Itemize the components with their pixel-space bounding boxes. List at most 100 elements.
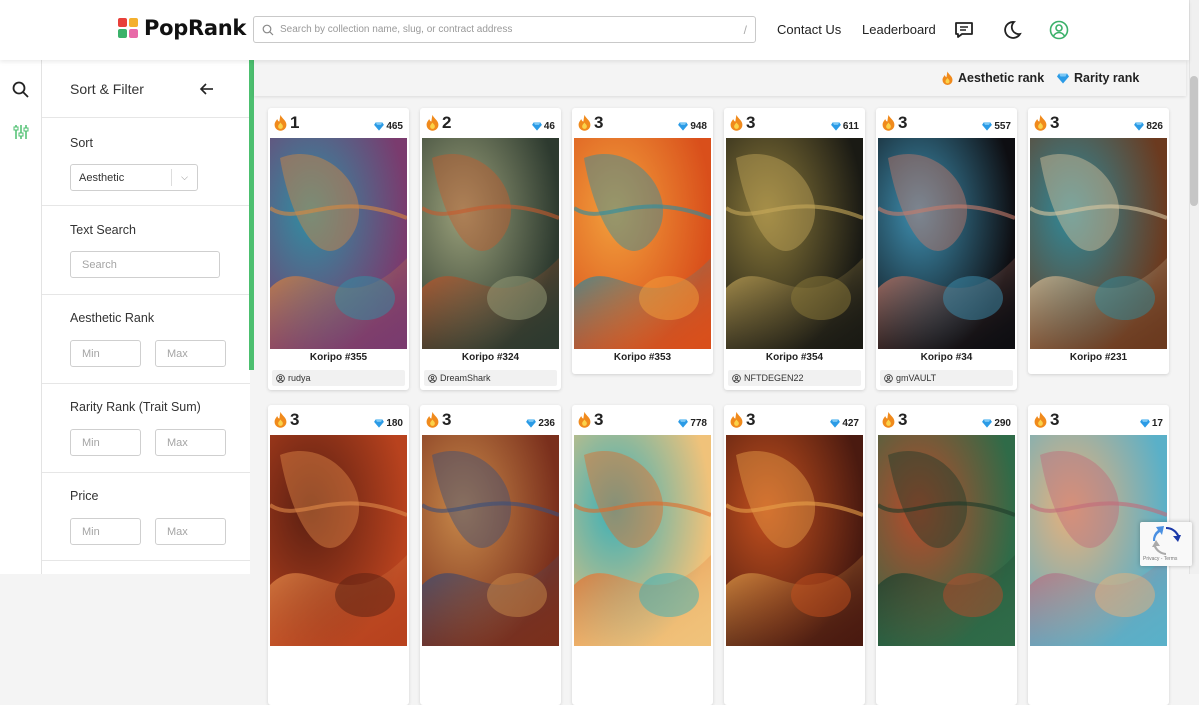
rarity-rank-value: 611	[842, 121, 859, 132]
fire-icon	[426, 114, 439, 131]
nft-artwork-image[interactable]	[878, 138, 1015, 349]
owner-badge[interactable]: rudya	[272, 370, 405, 386]
aesthetic-rank-value: 3	[442, 410, 452, 429]
sort-filter-panel: Sort & Filter Sort Aesthetic ⌵ Text Sear…	[42, 60, 250, 574]
rarity-rank-value: 778	[690, 418, 707, 429]
left-icon-rail	[0, 60, 42, 574]
aesthetic-rank-value: 3	[1050, 410, 1060, 429]
arrow-left-icon[interactable]	[198, 80, 216, 98]
aesthetic-rank-value: 1	[290, 113, 300, 132]
nft-card[interactable]: 3 778	[572, 405, 713, 705]
diamond-icon	[982, 419, 993, 428]
nft-artwork-image[interactable]	[422, 435, 559, 646]
user-icon	[428, 373, 437, 383]
price-max-input[interactable]	[155, 518, 226, 545]
rarity-rank-value: 290	[994, 418, 1011, 429]
fire-icon	[942, 71, 953, 85]
fire-icon	[578, 114, 591, 131]
nft-name[interactable]: Koripo #353	[572, 352, 713, 363]
card-rank-row: 3 427	[724, 405, 865, 435]
nft-name[interactable]: Koripo #34	[876, 352, 1017, 363]
collection-search-input[interactable]	[280, 24, 738, 35]
moon-icon[interactable]	[1001, 19, 1023, 41]
poprank-logo[interactable]: PopRank	[118, 16, 246, 40]
nft-card[interactable]: 1 465 Koripo #355 rudya	[268, 108, 409, 390]
chat-icon[interactable]	[953, 19, 975, 41]
rarity-rank-value: 557	[994, 121, 1011, 132]
search-icon[interactable]	[11, 80, 31, 100]
nft-artwork-image[interactable]	[270, 435, 407, 646]
diamond-icon	[374, 419, 385, 428]
owner-badge[interactable]: NFTDEGEN22	[728, 370, 861, 386]
rarity-min-input[interactable]	[70, 429, 141, 456]
nft-name[interactable]: Koripo #355	[268, 352, 409, 363]
aesthetic-max-input[interactable]	[155, 340, 226, 367]
leaderboard-link[interactable]: Leaderboard	[862, 22, 936, 37]
sort-select[interactable]: Aesthetic ⌵	[70, 164, 198, 191]
nft-artwork-image[interactable]	[726, 435, 863, 646]
aesthetic-rank-value: 3	[594, 410, 604, 429]
nft-artwork-image[interactable]	[574, 138, 711, 349]
nft-artwork-image[interactable]	[726, 138, 863, 349]
nft-card[interactable]: 3 290	[876, 405, 1017, 705]
nft-artwork-image[interactable]	[1030, 138, 1167, 349]
card-rank-row: 3 180	[268, 405, 409, 435]
fire-icon	[882, 411, 895, 428]
diamond-icon	[830, 419, 841, 428]
nft-card[interactable]: 3 427	[724, 405, 865, 705]
nft-card[interactable]: 2 46 Koripo #324 DreamShark	[420, 108, 561, 390]
rarity-rank-badge: 290	[982, 418, 1011, 429]
rarity-rank-value: 180	[386, 418, 403, 429]
aesthetic-rank-value: 3	[594, 113, 604, 132]
rarity-rank-value: 17	[1151, 418, 1163, 429]
nft-name[interactable]: Koripo #324	[420, 352, 561, 363]
fire-icon	[1034, 411, 1047, 428]
nft-card[interactable]: 3 611 Koripo #354 NFTDEGEN22	[724, 108, 865, 390]
owner-name: gmVAULT	[896, 373, 937, 383]
card-rank-row: 3 611	[724, 108, 865, 138]
nft-artwork-image[interactable]	[574, 435, 711, 646]
diamond-icon	[374, 122, 385, 131]
rarity-rank-section: Rarity Rank (Trait Sum)	[42, 384, 250, 473]
rarity-max-input[interactable]	[155, 429, 226, 456]
sort-section: Sort Aesthetic ⌵	[42, 118, 250, 206]
aesthetic-min-input[interactable]	[70, 340, 141, 367]
nft-artwork-image[interactable]	[270, 138, 407, 349]
owner-badge[interactable]: gmVAULT	[880, 370, 1013, 386]
nft-card[interactable]: 3 557 Koripo #34 gmVAULT	[876, 108, 1017, 390]
nft-card[interactable]: 3 180	[268, 405, 409, 705]
filter-panel-header: Sort & Filter	[42, 60, 250, 118]
search-icon	[262, 24, 274, 35]
contact-us-link[interactable]: Contact Us	[777, 22, 841, 37]
top-header: PopRank / Contact Us Leaderboard	[0, 0, 1189, 60]
nft-card[interactable]: 3 236	[420, 405, 561, 705]
diamond-icon	[678, 419, 689, 428]
nft-artwork-image[interactable]	[878, 435, 1015, 646]
price-label: Price	[70, 489, 99, 503]
rarity-rank-label: Rarity Rank (Trait Sum)	[70, 400, 201, 414]
nft-name[interactable]: Koripo #231	[1028, 352, 1169, 363]
price-min-input[interactable]	[70, 518, 141, 545]
nft-artwork-image[interactable]	[422, 138, 559, 349]
user-icon[interactable]	[1048, 19, 1070, 41]
recaptcha-badge[interactable]: Privacy - Terms	[1140, 522, 1192, 566]
rarity-rank-badge: 948	[678, 121, 707, 132]
aesthetic-rank-value: 3	[290, 410, 300, 429]
nft-card[interactable]: 3 826 Koripo #231	[1028, 108, 1169, 374]
rarity-rank-badge: 465	[374, 121, 403, 132]
text-search-input[interactable]	[70, 251, 220, 278]
card-rank-row: 3 826	[1028, 108, 1169, 138]
page-scrollbar-thumb[interactable]	[1190, 76, 1198, 206]
rarity-rank-value: 826	[1146, 121, 1163, 132]
rarity-rank-badge: 17	[1139, 418, 1163, 429]
collection-search-box[interactable]: /	[253, 16, 756, 43]
owner-badge[interactable]: DreamShark	[424, 370, 557, 386]
fire-icon	[882, 114, 895, 131]
search-shortcut-hint: /	[743, 22, 747, 37]
nft-card[interactable]: 3 948 Koripo #353	[572, 108, 713, 374]
rarity-rank-badge: 180	[374, 418, 403, 429]
diamond-icon	[526, 419, 537, 428]
rarity-rank-badge: 427	[830, 418, 859, 429]
sliders-icon[interactable]	[11, 122, 31, 142]
nft-name[interactable]: Koripo #354	[724, 352, 865, 363]
